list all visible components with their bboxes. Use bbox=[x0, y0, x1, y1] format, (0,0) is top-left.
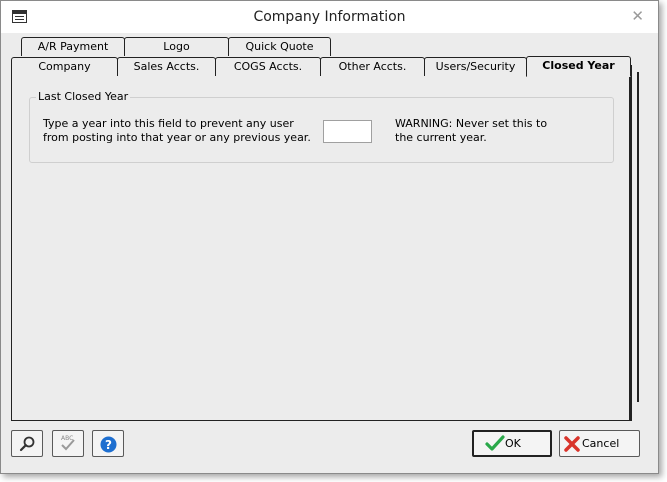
tab-ar-payment[interactable]: A/R Payment bbox=[21, 37, 125, 56]
group-title: Last Closed Year bbox=[36, 90, 131, 103]
search-icon bbox=[19, 436, 35, 452]
window-title: Company Information bbox=[253, 9, 406, 25]
title-bar: Company Information ✕ bbox=[1, 1, 658, 33]
svg-text:ABC: ABC bbox=[61, 435, 73, 442]
tab-quick-quote[interactable]: Quick Quote bbox=[228, 37, 331, 56]
tab-sales-accts[interactable]: Sales Accts. bbox=[117, 57, 216, 76]
search-button[interactable] bbox=[11, 430, 43, 457]
closed-year-input[interactable] bbox=[323, 120, 372, 143]
spellcheck-icon: ABC bbox=[61, 435, 75, 451]
svg-text:?: ? bbox=[105, 438, 112, 452]
tab-company[interactable]: Company bbox=[11, 57, 118, 76]
help-icon: ? bbox=[100, 436, 117, 453]
tab-cogs-accts[interactable]: COGS Accts. bbox=[215, 57, 321, 76]
panel-edge bbox=[630, 65, 632, 421]
ok-label: OK bbox=[505, 437, 521, 450]
tab-logo[interactable]: Logo bbox=[124, 37, 229, 56]
tab-closed-year[interactable]: Closed Year bbox=[526, 56, 631, 77]
cancel-x-icon bbox=[564, 436, 580, 452]
closed-year-warning: WARNING: Never set this to the current y… bbox=[395, 117, 548, 144]
help-button[interactable]: ? bbox=[92, 430, 124, 457]
spellcheck-button[interactable]: ABC bbox=[52, 430, 84, 457]
ok-button[interactable]: OK bbox=[472, 430, 552, 457]
checkmark-icon bbox=[485, 435, 505, 451]
cancel-button[interactable]: Cancel bbox=[559, 430, 640, 457]
tab-users-security[interactable]: Users/Security bbox=[424, 57, 527, 76]
closed-year-description: Type a year into this field to prevent a… bbox=[43, 117, 311, 144]
cancel-label: Cancel bbox=[582, 437, 620, 450]
tab-other-accts[interactable]: Other Accts. bbox=[320, 57, 425, 76]
panel-edge bbox=[637, 72, 639, 402]
close-icon[interactable]: ✕ bbox=[631, 7, 644, 25]
